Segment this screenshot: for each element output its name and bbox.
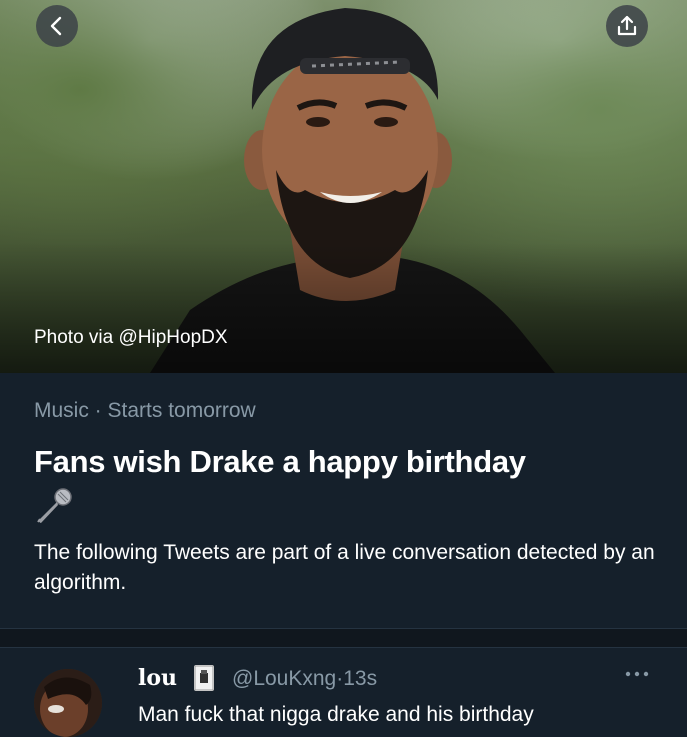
playing-card-icon [194,665,214,691]
event-header: Music · Starts tomorrow Fans wish Drake … [0,373,687,628]
microphone-icon [37,488,72,523]
tweet-text: Man fuck that nigga drake and his birthd… [138,703,534,726]
chevron-left-icon [50,16,62,36]
event-description: The following Tweets are part of a live … [34,541,655,594]
tweet-item[interactable]: lou @LouKxng·13s Man fuck that nigga dra… [0,647,687,737]
tweet-handle[interactable]: @LouKxng [232,667,336,690]
event-timing: Starts tomorrow [107,399,256,422]
avatar[interactable] [34,669,102,737]
share-button[interactable] [606,5,648,47]
tweet-time: 13s [343,667,378,690]
share-icon [617,15,637,36]
hero-image: Photo via @HipHopDX [0,0,687,373]
tweet-display-name[interactable]: lou [138,665,177,691]
avatar-photo [34,669,102,737]
back-button[interactable] [36,5,78,47]
event-category[interactable]: Music [34,399,89,422]
meta-separator: · [88,399,108,422]
section-divider [0,628,687,648]
tweet-handle-time: @LouKxng·13s [232,667,377,691]
photo-credit: Photo via @HipHopDX [34,327,228,348]
event-title: Fans wish Drake a happy birthday [34,444,526,479]
more-icon[interactable] [624,669,650,679]
event-meta: Music · Starts tomorrow [34,399,256,423]
hero-shade [0,243,687,373]
